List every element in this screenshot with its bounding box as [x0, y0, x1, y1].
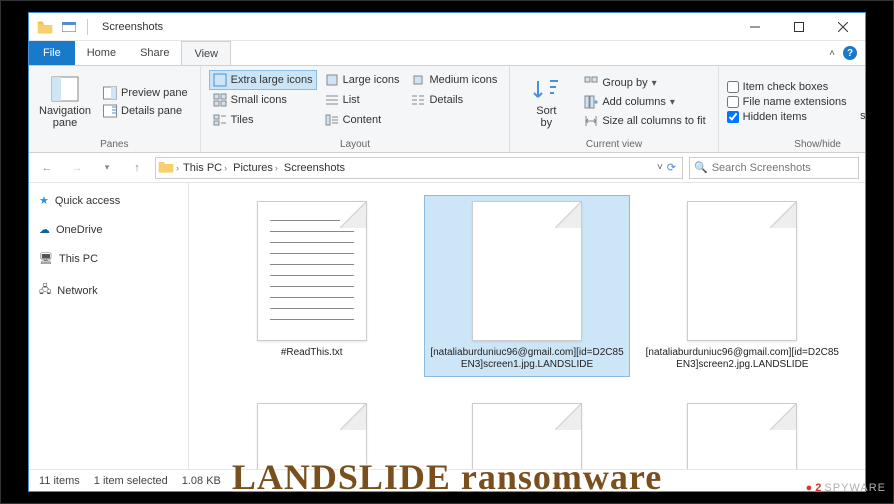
cloud-icon: ☁ — [39, 223, 50, 236]
address-dropdown-icon[interactable]: ˅ — [657, 162, 663, 173]
titlebar-left: Screenshots — [29, 17, 163, 37]
nav-this-pc[interactable]: 🖥This PC — [33, 249, 184, 268]
file-item[interactable] — [424, 397, 629, 469]
close-button[interactable] — [821, 13, 865, 41]
file-name-label: [nataliaburduniuc96@gmail.com][id=D2C85E… — [646, 347, 839, 371]
navigation-pane-button[interactable]: Navigation pane — [37, 70, 93, 134]
file-name-label: [nataliaburduniuc96@gmail.com][id=D2C85E… — [430, 347, 623, 371]
ribbon-tabs: File Home Share View ˄ ? — [29, 41, 865, 65]
back-button[interactable]: ← — [35, 156, 59, 180]
status-selected: 1 item selected — [94, 475, 168, 487]
tab-share[interactable]: Share — [128, 41, 181, 65]
layout-content[interactable]: Content — [321, 110, 404, 130]
group-label-layout: Layout — [209, 139, 502, 150]
chevron-right-icon[interactable]: › — [176, 163, 179, 173]
details-pane-button[interactable]: Details pane — [99, 103, 192, 119]
minimize-button[interactable] — [733, 13, 777, 41]
window-title: Screenshots — [102, 21, 163, 33]
breadcrumb[interactable]: › This PC› Pictures› Screenshots ˅ ⟳ — [155, 157, 683, 179]
tab-home[interactable]: Home — [75, 41, 128, 65]
up-button[interactable]: ↑ — [125, 156, 149, 180]
address-bar: ← → ▾ ↑ › This PC› Pictures› Screenshots… — [29, 153, 865, 183]
search-icon: 🔍 — [694, 161, 708, 174]
navigation-pane-label: Navigation pane — [39, 105, 91, 129]
ribbon-group-panes: Navigation pane Preview pane Details pan… — [29, 66, 201, 152]
chevron-down-icon: ▾ — [652, 78, 657, 89]
add-columns-button[interactable]: Add columns ▾ — [580, 94, 709, 110]
ribbon-view: Navigation pane Preview pane Details pan… — [29, 65, 865, 153]
forward-button[interactable]: → — [65, 156, 89, 180]
crumb-pictures[interactable]: Pictures› — [231, 162, 280, 174]
recent-locations-button[interactable]: ▾ — [95, 156, 119, 180]
search-box[interactable]: 🔍 — [689, 157, 859, 179]
refresh-icon[interactable]: ⟳ — [667, 161, 676, 174]
sort-by-button[interactable]: Sort by — [518, 70, 574, 134]
window-controls — [733, 13, 865, 41]
tab-view[interactable]: View — [181, 41, 231, 66]
group-label-show-hide: Show/hide — [727, 139, 866, 150]
file-item[interactable] — [640, 397, 845, 469]
hidden-items-toggle[interactable]: Hidden items — [727, 111, 847, 123]
status-item-count: 11 items — [39, 475, 80, 487]
ribbon-help: ˄ ? — [829, 41, 865, 65]
navigation-tree: ★Quick access ☁OneDrive 🖥This PC 🖧Networ… — [29, 183, 189, 469]
status-bar: 11 items 1 item selected 1.08 KB — [29, 469, 865, 491]
layout-medium-icons[interactable]: Medium icons — [407, 70, 501, 90]
main-split: ★Quick access ☁OneDrive 🖥This PC 🖧Networ… — [29, 183, 865, 469]
folder-icon — [35, 17, 55, 37]
generic-file-icon — [687, 201, 797, 341]
status-size: 1.08 KB — [182, 475, 221, 487]
file-item[interactable] — [209, 397, 414, 469]
crumb-this-pc[interactable]: This PC› — [181, 162, 229, 174]
text-file-icon — [257, 201, 367, 341]
size-columns-button[interactable]: Size all columns to fit — [580, 113, 709, 129]
file-name-label: #ReadThis.txt — [281, 347, 343, 359]
ribbon-group-layout: Extra large icons Large icons Medium ico… — [201, 66, 511, 152]
network-icon: 🖧 — [39, 281, 51, 300]
collapse-ribbon-icon[interactable]: ˄ — [829, 48, 835, 59]
search-input[interactable] — [712, 162, 854, 174]
layout-tiles[interactable]: Tiles — [209, 110, 317, 130]
preview-pane-button[interactable]: Preview pane — [99, 85, 192, 101]
generic-file-icon — [257, 403, 367, 469]
layout-list[interactable]: List — [321, 90, 404, 110]
file-item[interactable]: [nataliaburduniuc96@gmail.com][id=D2C85E… — [640, 195, 845, 377]
layout-details[interactable]: Details — [407, 90, 501, 110]
chevron-down-icon: ▾ — [670, 97, 675, 108]
generic-file-icon — [472, 201, 582, 341]
help-icon[interactable]: ? — [843, 46, 857, 60]
hide-selected-button[interactable]: Hide selected items — [853, 70, 866, 134]
folder-icon — [158, 159, 174, 176]
group-label-panes: Panes — [37, 139, 192, 150]
titlebar: Screenshots — [29, 13, 865, 41]
ribbon-group-show-hide: Item check boxes File name extensions Hi… — [719, 66, 866, 152]
file-item[interactable]: #ReadThis.txt — [209, 195, 414, 377]
pc-icon: 🖥 — [39, 252, 53, 265]
group-by-button[interactable]: Group by ▾ — [580, 75, 709, 91]
crumb-screenshots[interactable]: Screenshots — [282, 162, 347, 174]
nav-onedrive[interactable]: ☁OneDrive — [33, 220, 184, 239]
group-label-current-view: Current view — [518, 139, 709, 150]
file-item[interactable]: [nataliaburduniuc96@gmail.com][id=D2C85E… — [424, 195, 629, 377]
qat-properties-icon[interactable] — [59, 17, 79, 37]
nav-network[interactable]: 🖧Network — [33, 278, 184, 303]
layout-extra-large-icons[interactable]: Extra large icons — [209, 70, 317, 90]
layout-small-icons[interactable]: Small icons — [209, 90, 317, 110]
item-checkboxes-toggle[interactable]: Item check boxes — [727, 81, 847, 93]
file-extensions-toggle[interactable]: File name extensions — [727, 96, 847, 108]
generic-file-icon — [472, 403, 582, 469]
ribbon-group-current-view: Sort by Group by ▾ Add columns ▾ Size al… — [510, 66, 718, 152]
tab-file[interactable]: File — [29, 41, 75, 65]
explorer-window: Screenshots File Home Share View ˄ ? Nav… — [28, 12, 866, 492]
nav-quick-access[interactable]: ★Quick access — [33, 191, 184, 210]
separator — [87, 19, 88, 35]
layout-large-icons[interactable]: Large icons — [321, 70, 404, 90]
generic-file-icon — [687, 403, 797, 469]
star-icon: ★ — [39, 194, 49, 207]
maximize-button[interactable] — [777, 13, 821, 41]
file-list[interactable]: #ReadThis.txt [nataliaburduniuc96@gmail.c… — [189, 183, 865, 469]
